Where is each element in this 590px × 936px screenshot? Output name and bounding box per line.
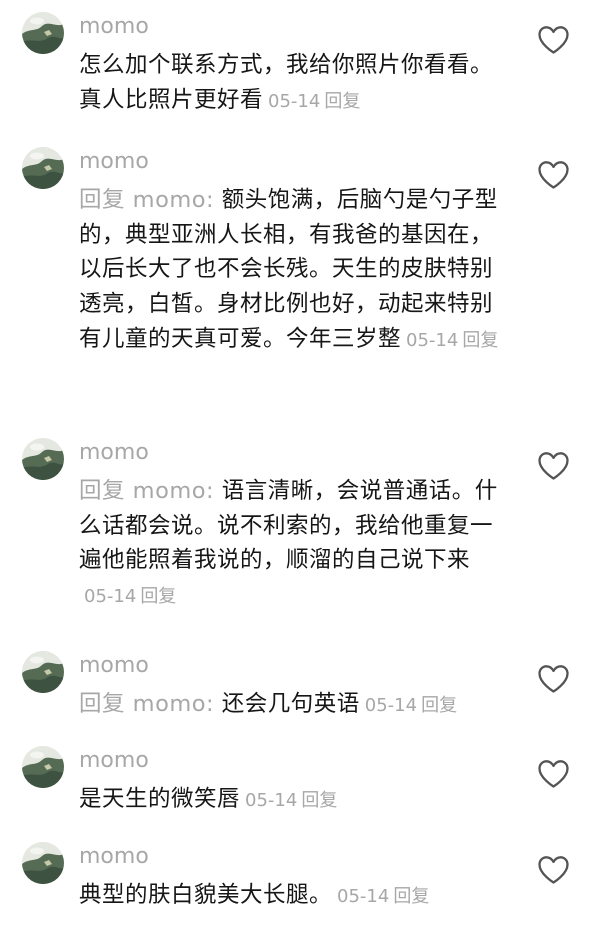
username[interactable]: momo <box>79 842 149 872</box>
comment-text: 怎么加个联系方式，我给你照片你看看。真人比照片更好看 05-14 回复 <box>79 48 509 119</box>
heart-outline-icon <box>538 452 569 480</box>
comment-text: 典型的肤白貌美大长腿。 05-14 回复 <box>79 878 509 915</box>
comment-content: 典型的肤白貌美大长腿。 <box>79 882 333 908</box>
comment-date: 05-14 <box>337 886 390 907</box>
reply-to-username[interactable]: momo: <box>133 691 222 717</box>
comment-meta: 05-14 回复 <box>337 886 429 907</box>
avatar[interactable] <box>22 842 64 884</box>
like-button[interactable] <box>537 451 570 481</box>
avatar[interactable] <box>22 651 64 693</box>
like-button[interactable] <box>537 160 570 190</box>
like-button[interactable] <box>537 759 570 789</box>
username[interactable]: momo <box>79 746 149 776</box>
comment-text: 是天生的微笑唇 05-14 回复 <box>79 782 509 819</box>
avatar[interactable] <box>22 438 64 480</box>
comment-date: 05-14 <box>84 586 137 608</box>
comment-meta: 05-14 回复 <box>406 330 498 351</box>
heart-outline-icon <box>538 856 569 884</box>
reply-button[interactable]: 回复 <box>421 695 457 716</box>
reply-button[interactable]: 回复 <box>140 586 176 607</box>
comment-date: 05-14 <box>268 90 321 112</box>
avatar[interactable] <box>22 746 64 788</box>
heart-outline-icon <box>538 760 569 788</box>
comment-text: 回复 momo: 语言清晰，会说普通话。什么话都会说。说不利索的，我给他重复一遍… <box>79 474 509 615</box>
reply-to-username[interactable]: momo: <box>133 478 222 504</box>
comment-text: 回复 momo: 还会几句英语 05-14 回复 <box>79 687 509 724</box>
heart-outline-icon <box>538 665 569 693</box>
avatar[interactable] <box>22 12 64 54</box>
comment-meta: 05-14 回复 <box>84 586 176 607</box>
comment-content: 还会几句英语 <box>221 691 360 717</box>
comment-content: 是天生的微笑唇 <box>79 786 241 812</box>
reply-button[interactable]: 回复 <box>393 886 429 907</box>
reply-prefix: 回复 <box>79 691 133 717</box>
username[interactable]: momo <box>79 651 149 681</box>
like-button[interactable] <box>537 664 570 694</box>
comment-date: 05-14 <box>245 790 298 811</box>
comment-meta: 05-14 回复 <box>245 790 337 811</box>
username[interactable]: momo <box>79 12 149 42</box>
reply-prefix: 回复 <box>79 187 133 213</box>
username[interactable]: momo <box>79 438 149 468</box>
comment-meta: 05-14 回复 <box>365 695 457 716</box>
like-button[interactable] <box>537 855 570 885</box>
comment-date: 05-14 <box>406 329 459 351</box>
reply-prefix: 回复 <box>79 478 133 504</box>
reply-button[interactable]: 回复 <box>462 330 498 351</box>
heart-outline-icon <box>538 161 569 189</box>
username[interactable]: momo <box>79 147 149 177</box>
reply-button[interactable]: 回复 <box>301 790 337 811</box>
comment-date: 05-14 <box>364 695 418 716</box>
reply-button[interactable]: 回复 <box>324 91 360 112</box>
avatar[interactable] <box>22 147 64 189</box>
reply-to-username[interactable]: momo: <box>133 187 222 213</box>
like-button[interactable] <box>537 25 570 55</box>
comment-meta: 05-14 回复 <box>268 91 360 112</box>
comment-text: 回复 momo: 额头饱满，后脑勺是勺子型的，典型亚洲人长相，有我爸的基因在，以… <box>79 183 509 359</box>
heart-outline-icon <box>538 26 569 54</box>
